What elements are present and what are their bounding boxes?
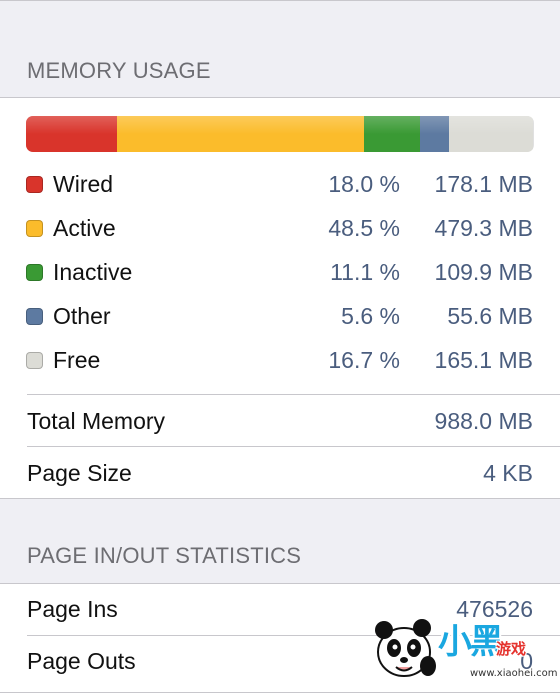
legend-percent: 16.7 % [328,347,400,373]
page-ins-label: Page Ins [27,596,118,622]
usage-bar-segment-other [420,116,450,152]
usage-bar-segment-active [117,116,365,152]
legend-size: 178.1 MB [434,171,533,197]
page-stats-header: PAGE IN/OUT STATISTICS [27,543,302,568]
active-color-swatch [26,220,43,237]
inactive-color-swatch [26,264,43,281]
legend-percent: 11.1 % [330,259,400,285]
page-size-row: Page Size 4 KB [0,448,560,500]
page-size-label: Page Size [27,460,132,486]
usage-bar-segment-wired [26,116,118,152]
row-divider [27,446,560,447]
legend-size: 479.3 MB [434,215,533,241]
legend-size: 165.1 MB [434,347,533,373]
legend-percent: 18.0 % [328,171,400,197]
legend-label: Other [53,303,111,329]
watermark-url: www.xiaohei.com [470,668,558,679]
other-color-swatch [26,308,43,325]
legend-row-free: Free 16.7 % 165.1 MB [0,339,560,383]
legend-row-wired: Wired 18.0 % 178.1 MB [0,163,560,207]
watermark-logo-subtext: 游戏 [496,640,527,658]
legend-label: Free [53,347,101,373]
legend-percent: 5.6 % [341,303,400,329]
wired-color-swatch [26,176,43,193]
legend-label: Wired [53,171,114,197]
watermark-logo-text: 小黑 [438,622,504,662]
legend-percent: 48.5 % [328,215,400,241]
legend-size: 109.9 MB [434,259,533,285]
memory-usage-bar [26,116,534,152]
legend-size: 55.6 MB [447,303,533,329]
row-divider [27,394,560,395]
legend-label: Active [53,215,116,241]
page-size-value: 4 KB [483,460,533,486]
panda-mascot-icon [375,619,436,677]
usage-bar-segment-free [448,116,534,152]
legend-label: Inactive [53,259,133,285]
legend-row-other: Other 5.6 % 55.6 MB [0,295,560,339]
watermark: 小黑 游戏 www.xiaohei.com [368,612,560,683]
total-memory-value: 988.0 MB [434,408,533,434]
free-color-swatch [26,352,43,369]
legend-row-inactive: Inactive 11.1 % 109.9 MB [0,251,560,295]
usage-bar-segment-inactive [363,116,421,152]
total-memory-label: Total Memory [27,408,166,434]
legend-row-active: Active 48.5 % 479.3 MB [0,207,560,251]
total-memory-row: Total Memory 988.0 MB [0,396,560,448]
memory-usage-group: Wired 18.0 % 178.1 MB Active 48.5 % 479.… [0,97,560,499]
page-outs-label: Page Outs [27,648,136,674]
memory-usage-header: MEMORY USAGE [27,58,211,83]
top-divider [0,0,560,1]
